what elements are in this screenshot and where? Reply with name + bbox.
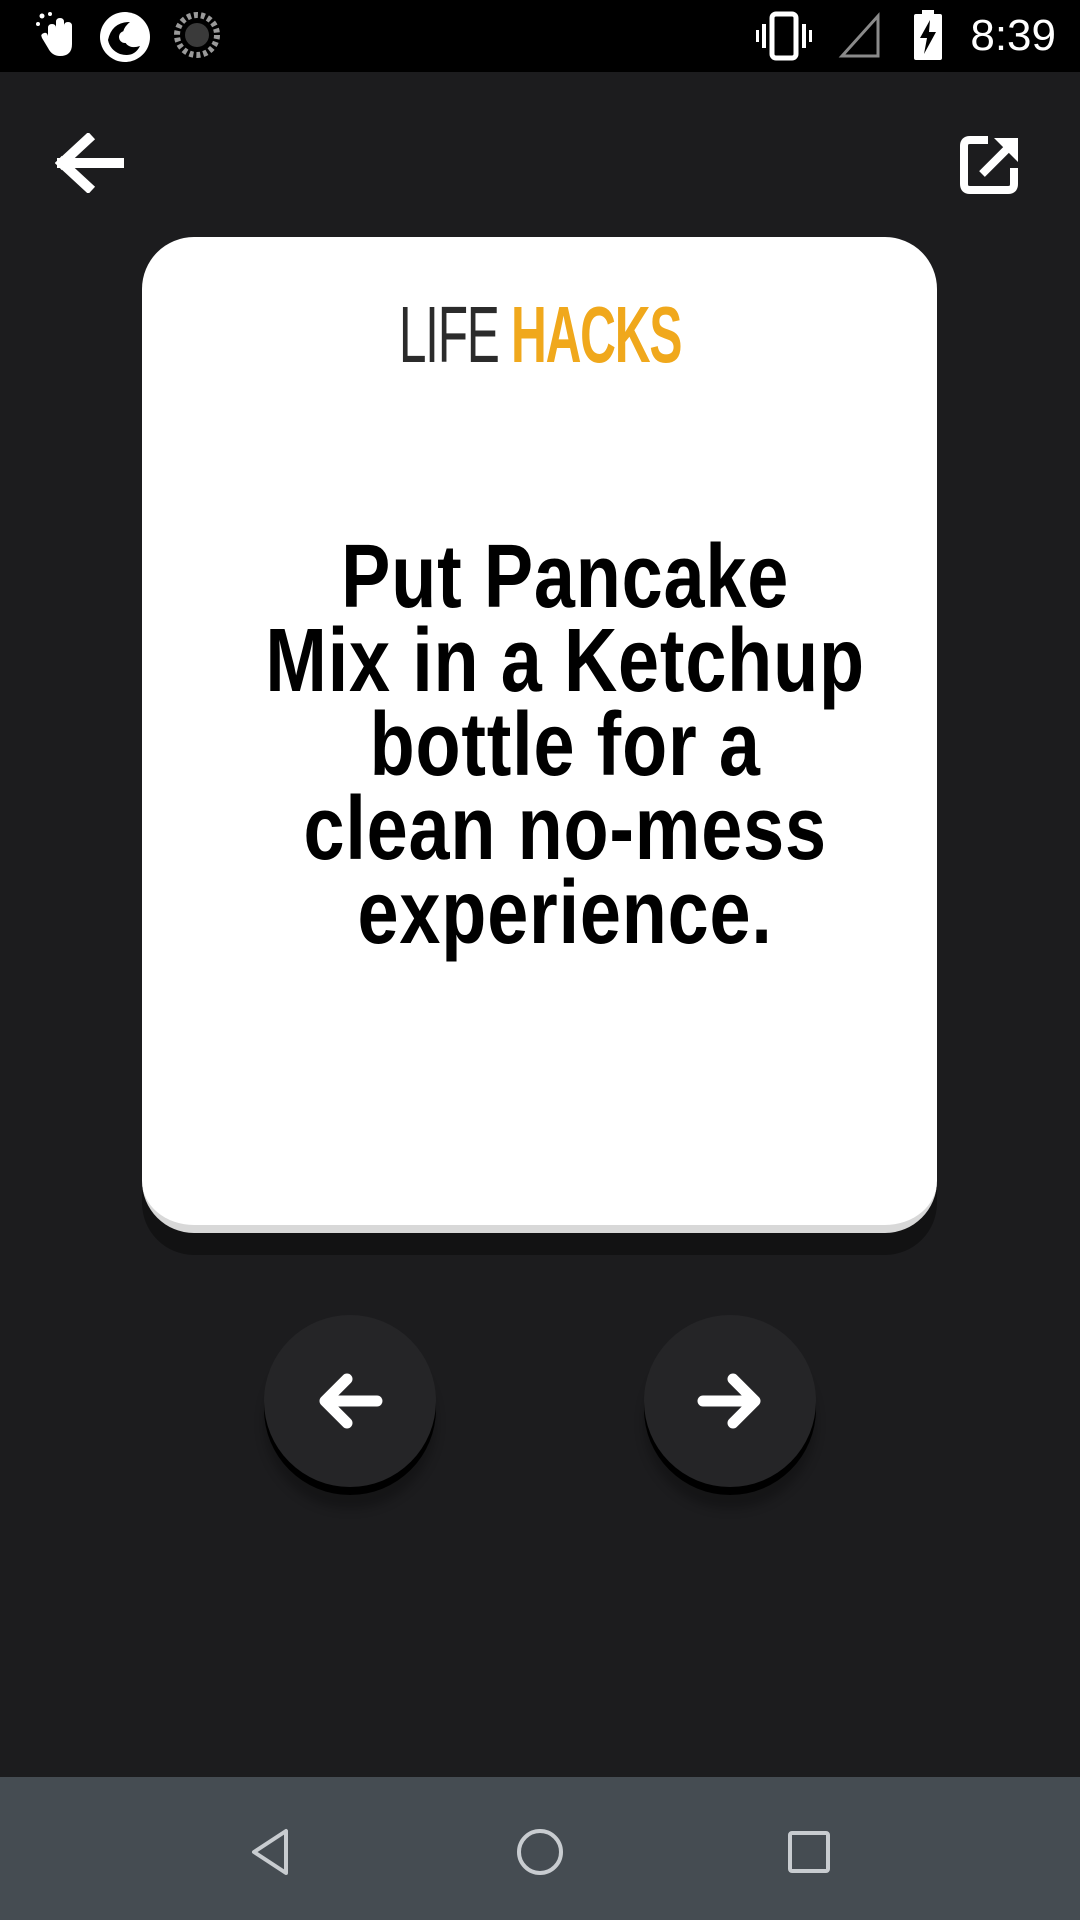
previous-hack-button[interactable] <box>264 1315 436 1487</box>
system-back-button[interactable] <box>226 1807 316 1897</box>
system-recents-button[interactable] <box>764 1807 854 1897</box>
arrow-left-icon <box>54 133 124 193</box>
hack-line: clean no-mess <box>303 779 827 879</box>
share-button[interactable] <box>946 118 1036 208</box>
back-button[interactable] <box>44 118 134 208</box>
status-time: 8:39 <box>970 11 1056 60</box>
hack-line: experience. <box>357 863 773 963</box>
hand-wave-icon <box>34 10 86 67</box>
brand-life-text: LIFE <box>398 290 500 379</box>
hack-text: Put Pancake Mix in a Ketchup bottle for … <box>239 527 891 963</box>
status-bar: 8:39 <box>0 0 1080 72</box>
share-external-icon <box>960 136 1018 194</box>
next-hack-button[interactable] <box>644 1315 816 1487</box>
battery-charging-icon <box>912 10 944 67</box>
system-home-button[interactable] <box>495 1807 585 1897</box>
vibrate-icon <box>756 10 812 67</box>
signal-icon <box>838 10 882 65</box>
triangle-back-icon <box>252 1829 288 1875</box>
app-screen: 8:39 LIFE HACKS Put Pancake Mix in a Ketc… <box>0 0 1080 1920</box>
hack-line: Put Pancake <box>341 527 790 627</box>
hack-line: Mix in a Ketchup <box>265 611 865 711</box>
arrow-right-icon <box>697 1373 761 1429</box>
brand-hacks-text: HACKS <box>511 290 682 379</box>
app-swirl-icon <box>98 10 152 69</box>
hack-line: bottle for a <box>369 695 761 795</box>
arrow-left-icon <box>319 1373 383 1429</box>
loading-spinner-icon <box>172 10 222 65</box>
brand-logo: LIFE HACKS <box>205 290 875 380</box>
square-recents-icon <box>788 1831 830 1873</box>
system-navigation-bar <box>0 1777 1080 1920</box>
circle-home-icon <box>517 1829 563 1875</box>
